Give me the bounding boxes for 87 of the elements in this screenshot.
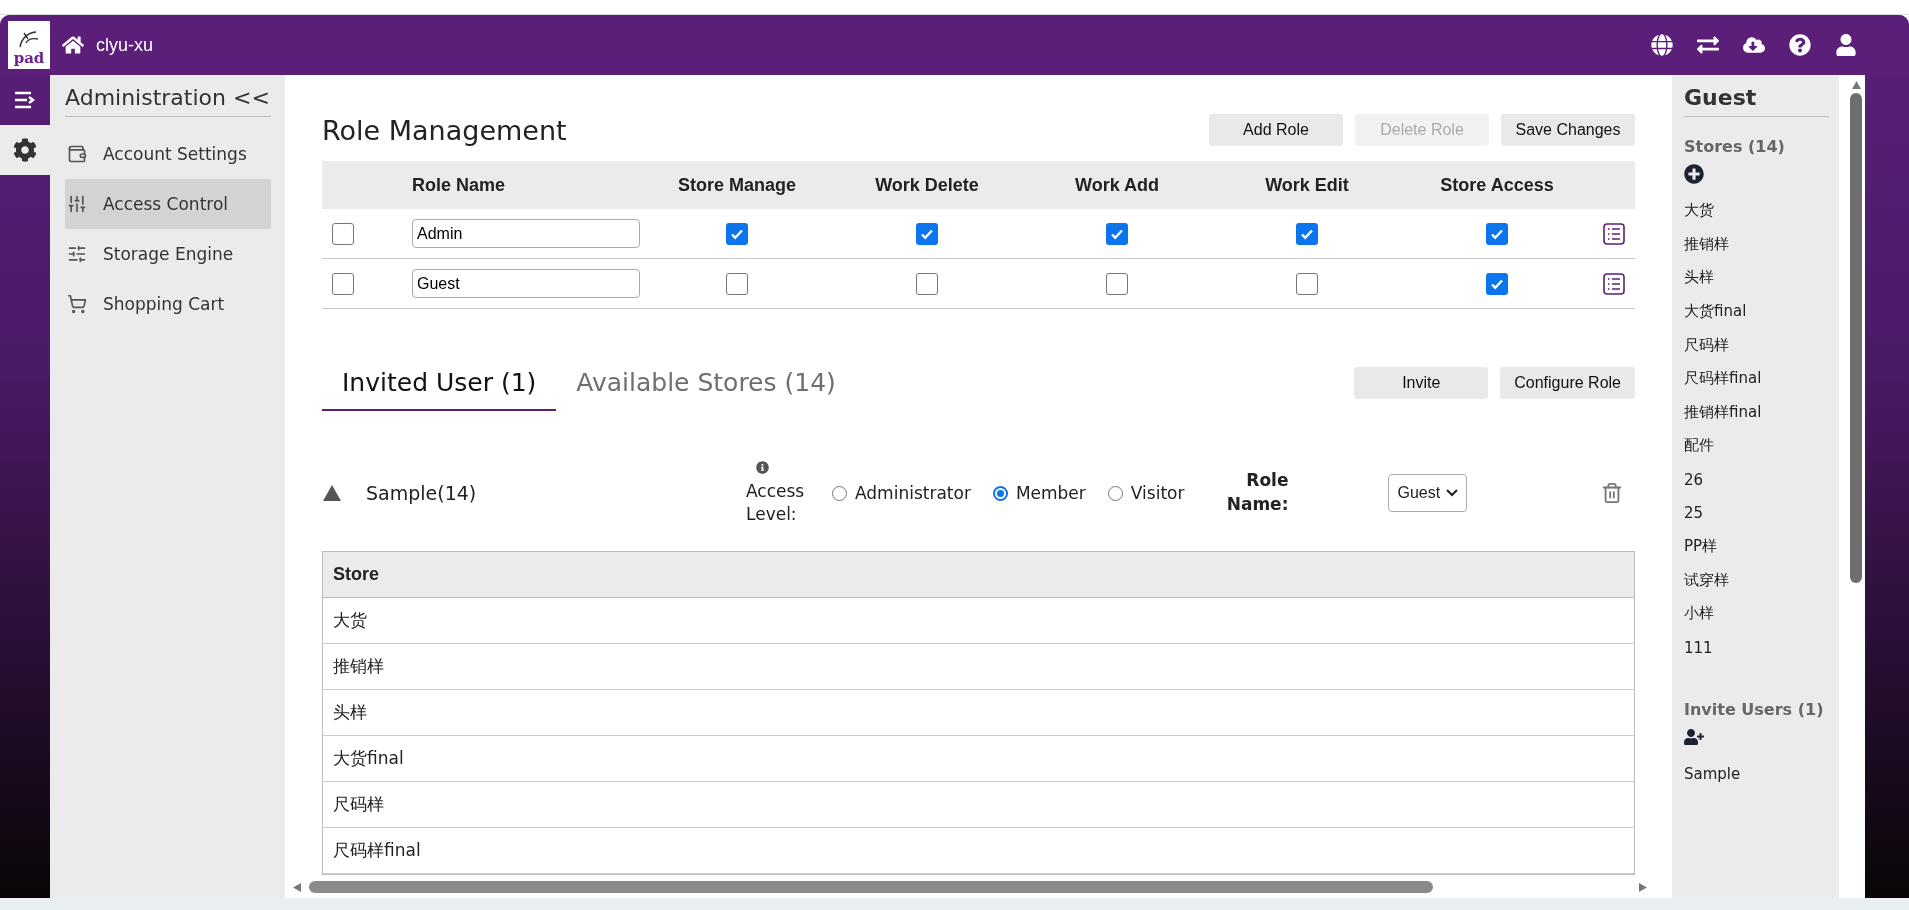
access-level-label: Access Level: xyxy=(746,480,806,525)
table-cell: 大货final xyxy=(323,736,1634,782)
radio-option[interactable]: Member xyxy=(992,483,1086,503)
store-item: 111 xyxy=(1684,637,1714,659)
store-item: 试穿样 xyxy=(1684,569,1730,591)
scroll-up-icon[interactable] xyxy=(1851,81,1861,89)
scroll-left-icon[interactable] xyxy=(293,882,301,892)
tab[interactable]: Invited User (1) xyxy=(322,355,557,411)
role-select[interactable]: Guest xyxy=(1388,474,1468,512)
list-icon[interactable] xyxy=(1601,221,1626,246)
permission-checkbox[interactable] xyxy=(1486,222,1508,245)
user-icon[interactable] xyxy=(1835,34,1857,56)
store-item: 大货 xyxy=(1684,200,1715,222)
row-checkbox[interactable] xyxy=(332,222,354,245)
column-header: Work Delete xyxy=(874,174,980,196)
section-heading: Invite Users (1) xyxy=(1684,700,1825,720)
table-cell: 大货 xyxy=(323,598,1634,644)
sidebar-item[interactable]: Shopping Cart xyxy=(65,279,271,329)
tab[interactable]: Available Stores (14) xyxy=(556,355,856,411)
cloud-download-icon[interactable] xyxy=(1743,34,1765,56)
home-icon[interactable] xyxy=(62,34,84,56)
switch-arrows-icon[interactable] xyxy=(1697,34,1719,56)
table-cell: 推销样 xyxy=(323,644,1634,690)
permission-checkbox[interactable] xyxy=(726,272,748,295)
sidebar-item[interactable]: Account Settings xyxy=(65,129,271,179)
column-header: Work Edit xyxy=(1264,174,1350,196)
sidebar-title[interactable]: Administration << xyxy=(65,85,271,117)
sidebar-item[interactable]: Access Control xyxy=(65,179,271,229)
logo: pad xyxy=(8,21,50,69)
store-item: 26 xyxy=(1684,469,1705,491)
section-heading: Stores (14) xyxy=(1684,137,1786,156)
list-icon[interactable] xyxy=(1601,271,1626,296)
settings-icon[interactable] xyxy=(0,125,50,175)
column-header: Store Manage xyxy=(677,174,797,196)
help-icon[interactable] xyxy=(1789,34,1811,56)
permission-checkbox[interactable] xyxy=(1486,272,1508,295)
column-header: Store Access xyxy=(1439,174,1555,196)
action-button[interactable]: Save Changes xyxy=(1501,114,1635,146)
store-item: 推销样final xyxy=(1684,401,1763,423)
row-checkbox[interactable] xyxy=(332,272,354,295)
wallet-icon xyxy=(67,144,89,164)
scrollbar[interactable] xyxy=(1850,93,1863,583)
page-title: Role Management xyxy=(322,114,567,146)
scroll-right-icon[interactable] xyxy=(1639,882,1647,892)
permission-checkbox[interactable] xyxy=(1296,272,1318,295)
user-name: clyu-xu xyxy=(96,34,153,56)
scrollbar[interactable] xyxy=(309,881,1433,893)
sidebar-item[interactable]: Storage Engine xyxy=(65,229,271,279)
store-item: 头样 xyxy=(1684,267,1715,289)
permission-checkbox[interactable] xyxy=(1106,272,1128,295)
store-item: 推销样 xyxy=(1684,233,1730,255)
role-name-field[interactable]: Guest xyxy=(412,269,640,298)
action-button[interactable]: Add Role xyxy=(1209,114,1343,146)
table-cell: 尺码样 xyxy=(323,782,1634,828)
member-name: Sample(14) xyxy=(366,482,478,504)
column-header: Work Add xyxy=(1074,174,1160,196)
store-item: 配件 xyxy=(1684,435,1715,457)
permission-checkbox[interactable] xyxy=(726,222,748,245)
table-cell: 尺码样final xyxy=(323,828,1634,874)
store-item: 尺码样 xyxy=(1684,334,1730,356)
cart-icon xyxy=(67,294,89,314)
action-button[interactable]: Configure Role xyxy=(1500,367,1635,399)
add-user-icon[interactable] xyxy=(1684,727,1704,748)
radio-option[interactable]: Administrator xyxy=(832,483,971,503)
user-item: Sample xyxy=(1684,764,1742,786)
permission-checkbox[interactable] xyxy=(1296,222,1318,245)
store-item: 小样 xyxy=(1684,603,1715,625)
column-header: Role Name xyxy=(412,174,507,196)
store-item: 大货final xyxy=(1684,301,1748,323)
store-item: PP样 xyxy=(1684,536,1719,558)
permission-checkbox[interactable] xyxy=(916,272,938,295)
permission-checkbox[interactable] xyxy=(916,222,938,245)
globe-icon[interactable] xyxy=(1651,34,1673,56)
add-icon[interactable] xyxy=(1684,164,1704,184)
store-item: 尺码样final xyxy=(1684,368,1763,390)
column-header: Store xyxy=(323,552,1634,598)
action-button[interactable]: Invite xyxy=(1354,367,1489,399)
chevron-down-icon xyxy=(1446,489,1459,497)
panel-title: Guest xyxy=(1684,85,1830,117)
trash-icon[interactable] xyxy=(1601,482,1623,504)
collapse-triangle-icon[interactable] xyxy=(322,484,342,502)
role-name-field[interactable]: Admin xyxy=(412,219,640,248)
store-item: 25 xyxy=(1684,503,1705,525)
permission-checkbox[interactable] xyxy=(1106,222,1128,245)
radio-option[interactable]: Visitor xyxy=(1107,483,1185,503)
role-name-label: Role Name: xyxy=(1225,469,1289,516)
table-cell: 头样 xyxy=(323,690,1634,736)
